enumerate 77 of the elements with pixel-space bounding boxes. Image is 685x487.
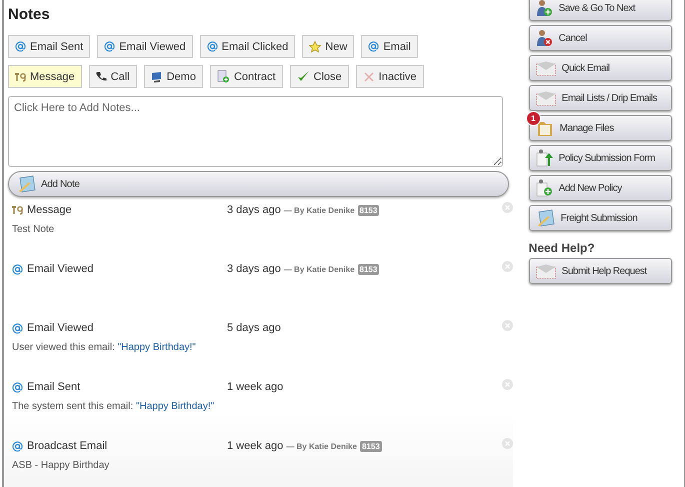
at-sign-icon bbox=[12, 382, 23, 392]
note-type-button[interactable]: Call bbox=[88, 65, 137, 88]
note-body: The system sent this email: "Happy Birthday!" bbox=[12, 401, 216, 412]
user-id-badge: 8153 bbox=[360, 440, 382, 452]
envelope-icon bbox=[536, 90, 556, 106]
add-note-button[interactable]: Add Note bbox=[8, 171, 509, 197]
note-time: 1 week ago bbox=[227, 440, 284, 452]
at-sign-icon bbox=[12, 440, 23, 452]
notes-input-field[interactable]: Click Here to Add Notes... bbox=[8, 96, 503, 167]
note-type-button[interactable]: Email Sent bbox=[8, 35, 90, 58]
note-type-button[interactable]: Email Clicked bbox=[200, 35, 296, 58]
delete-icon[interactable] bbox=[502, 320, 513, 331]
note-body: User viewed this email: "Happy Birthday!" bbox=[12, 342, 197, 353]
note-type-button[interactable]: Email bbox=[361, 35, 418, 58]
action-button[interactable]: Cancel bbox=[528, 25, 672, 51]
envelope-icon bbox=[536, 60, 556, 76]
phone-icon bbox=[96, 71, 107, 82]
at-sign-icon bbox=[12, 264, 23, 274]
note-body: ASB - Happy Birthday bbox=[12, 460, 110, 471]
action-button[interactable]: Policy Submission Form bbox=[528, 145, 672, 171]
note-type: Email Viewed bbox=[27, 263, 94, 275]
delete-icon[interactable] bbox=[502, 379, 513, 390]
user-id-badge: 8153 bbox=[358, 264, 380, 274]
delete-icon[interactable] bbox=[502, 202, 513, 213]
monitor-icon bbox=[150, 70, 163, 82]
note-type-button[interactable]: Inactive bbox=[356, 65, 424, 88]
document-upload-icon bbox=[536, 149, 553, 167]
help-request-button[interactable]: Submit Help Request bbox=[528, 258, 672, 284]
delete-icon[interactable] bbox=[502, 261, 513, 272]
envelope-icon bbox=[536, 264, 556, 278]
cross-icon bbox=[362, 70, 375, 82]
notepad-icon bbox=[17, 175, 36, 193]
note-type-button[interactable]: Close bbox=[290, 65, 349, 88]
person-remove-icon bbox=[536, 29, 553, 47]
person-add-icon bbox=[536, 0, 553, 17]
note-type-button[interactable]: Demo bbox=[144, 65, 203, 88]
note-type: Broadcast Email bbox=[27, 440, 108, 452]
notes-title: Notes bbox=[8, 6, 51, 23]
at-sign-icon bbox=[15, 41, 26, 52]
help-heading: Need Help? bbox=[528, 241, 596, 255]
note-type: Email Sent bbox=[27, 381, 80, 393]
email-link[interactable]: "Happy Birthday!" bbox=[136, 401, 214, 412]
count-badge: 1 bbox=[526, 111, 541, 126]
email-link[interactable]: "Happy Birthday!" bbox=[118, 342, 196, 353]
note-type-button[interactable]: Contract bbox=[210, 65, 283, 88]
keypad-icon bbox=[15, 72, 26, 82]
note-type-button[interactable]: Message bbox=[8, 65, 82, 88]
note-author: — By Katie Denike bbox=[284, 264, 355, 274]
check-icon bbox=[296, 70, 310, 83]
at-sign-icon bbox=[104, 41, 116, 52]
note-time: 5 days ago bbox=[227, 322, 281, 334]
note-body: Test Note bbox=[12, 224, 56, 235]
star-icon bbox=[309, 40, 322, 52]
document-add-icon bbox=[216, 70, 230, 83]
user-id-badge: 8153 bbox=[358, 204, 380, 216]
delete-icon[interactable] bbox=[502, 438, 513, 449]
action-button[interactable]: Email Lists / Drip Emails bbox=[528, 85, 672, 111]
folder-icon bbox=[536, 120, 554, 136]
action-button[interactable]: Save & Go To Next bbox=[528, 0, 672, 21]
notepad-icon bbox=[536, 209, 555, 227]
note-type: Email Viewed bbox=[27, 322, 94, 334]
action-button[interactable]: Add New Policy bbox=[528, 175, 672, 201]
note-type: Message bbox=[27, 204, 72, 216]
at-sign-icon bbox=[368, 41, 380, 52]
at-sign-icon bbox=[206, 41, 218, 52]
note-author: — By Katie Denike bbox=[286, 442, 357, 450]
note-time: 1 week ago bbox=[227, 381, 284, 393]
keypad-icon bbox=[12, 205, 23, 215]
note-time: 3 days ago bbox=[227, 263, 281, 275]
note-time: 3 days ago bbox=[227, 204, 281, 216]
action-button[interactable]: Quick Email bbox=[528, 55, 672, 81]
document-add-icon bbox=[536, 179, 553, 197]
note-type-button[interactable]: New bbox=[302, 35, 354, 58]
action-button[interactable]: Freight Submission bbox=[528, 205, 672, 231]
note-type-button[interactable]: Email Viewed bbox=[97, 35, 193, 58]
at-sign-icon bbox=[12, 322, 23, 334]
note-author: — By Katie Denike bbox=[284, 206, 355, 214]
